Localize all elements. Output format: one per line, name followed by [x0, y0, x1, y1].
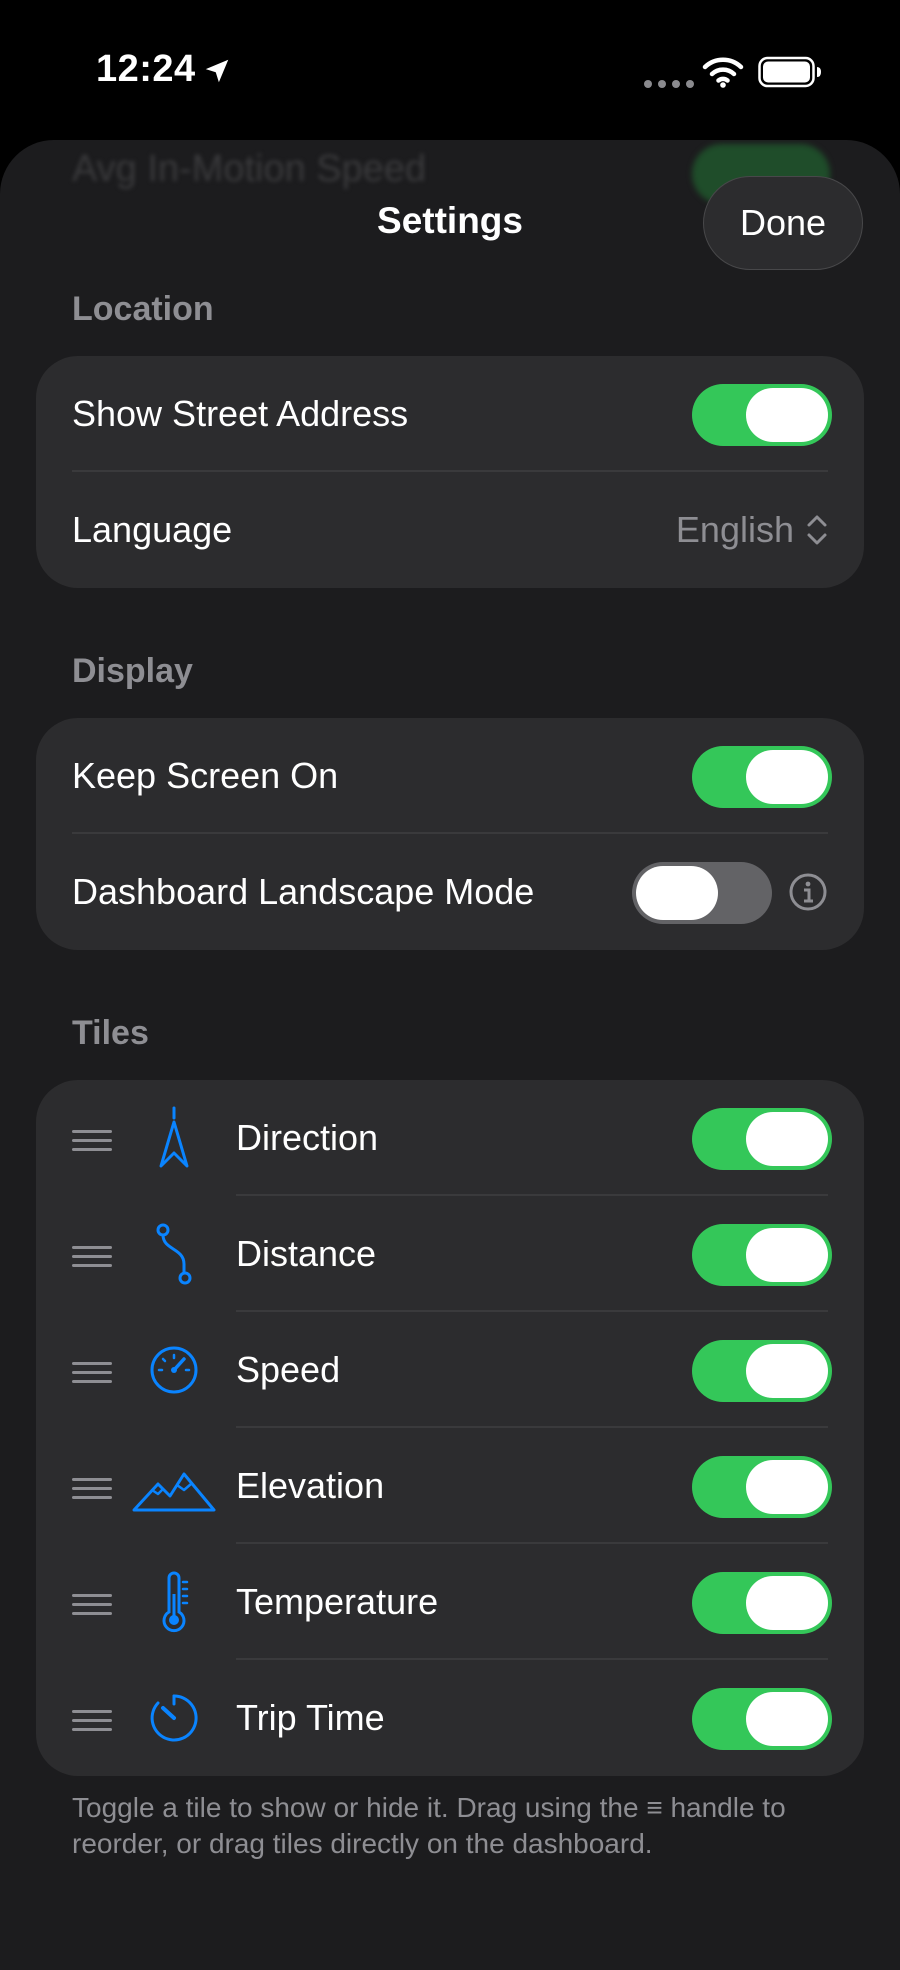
keep-screen-on-row: Keep Screen On [36, 718, 864, 834]
language-value: English [675, 509, 794, 550]
drag-handle-icon[interactable] [72, 1246, 112, 1273]
tiles-footer-note: Toggle a tile to show or hide it. Drag u… [72, 1792, 786, 1859]
landscape-mode-label: Dashboard Landscape Mode [72, 871, 535, 912]
status-time: 12:24 [96, 48, 196, 90]
location-arrow-icon [205, 59, 229, 83]
tile-toggle-temperature[interactable] [692, 1572, 832, 1634]
keep-screen-on-label: Keep Screen On [72, 755, 339, 796]
tiles-group: Direction Distance Speed Elevation Tempe… [36, 1080, 864, 1776]
status-bar: 12:24 [0, 0, 900, 140]
tile-toggle-elevation[interactable] [692, 1456, 832, 1518]
tile-row-direction: Direction [36, 1080, 864, 1196]
drag-handle-icon[interactable] [72, 1594, 112, 1621]
tile-toggle-distance[interactable] [692, 1224, 832, 1286]
tile-row-distance: Distance [36, 1196, 864, 1312]
show-street-address-row: Show Street Address [36, 356, 864, 472]
tile-label: Trip Time [236, 1697, 385, 1738]
scrolled-row-ghost: Avg In-Motion Speed [72, 148, 427, 190]
landscape-mode-row: Dashboard Landscape Mode [36, 834, 864, 950]
language-row[interactable]: Language English [36, 472, 864, 588]
section-header-display: Display [72, 652, 193, 690]
cellular-signal-icon [644, 80, 694, 88]
tile-label: Temperature [236, 1581, 439, 1622]
drag-handle-icon[interactable] [72, 1362, 112, 1389]
display-group: Keep Screen On Dashboard Landscape Mode [36, 718, 864, 950]
landscape-mode-toggle[interactable] [632, 862, 772, 924]
language-picker[interactable]: English [676, 509, 828, 551]
settings-sheet: Avg In-Motion Speed Settings Done Locati… [0, 140, 900, 1970]
drag-handle-icon[interactable] [72, 1478, 112, 1505]
section-header-tiles: Tiles [72, 1014, 149, 1052]
tile-row-trip-time: Trip Time [36, 1660, 864, 1776]
tile-toggle-trip-time[interactable] [692, 1688, 832, 1750]
drag-handle-icon[interactable] [72, 1710, 112, 1737]
speedometer-icon [150, 1346, 198, 1394]
mountains-icon [132, 1472, 216, 1512]
show-street-address-toggle[interactable] [692, 384, 832, 446]
tile-row-temperature: Temperature [36, 1544, 864, 1660]
chevron-up-down-icon [807, 515, 827, 545]
tile-toggle-speed[interactable] [692, 1340, 832, 1402]
tile-label: Direction [236, 1117, 379, 1158]
distance-icon [156, 1223, 192, 1285]
battery-icon [758, 56, 821, 88]
wifi-icon [702, 57, 744, 88]
tile-toggle-direction[interactable] [692, 1108, 832, 1170]
direction-icon [159, 1106, 189, 1168]
show-street-address-label: Show Street Address [72, 393, 409, 434]
info-icon[interactable] [788, 872, 828, 912]
timer-icon [150, 1694, 198, 1742]
done-button[interactable]: Done [703, 176, 863, 270]
keep-screen-on-toggle[interactable] [692, 746, 832, 808]
tile-label: Distance [236, 1233, 377, 1274]
tile-label: Speed [236, 1349, 341, 1390]
location-group: Show Street Address Language English [36, 356, 864, 588]
section-header-location: Location [72, 290, 214, 328]
drag-handle-icon[interactable] [72, 1130, 112, 1157]
tile-label: Elevation [236, 1465, 385, 1506]
tile-row-speed: Speed [36, 1312, 864, 1428]
tile-row-elevation: Elevation [36, 1428, 864, 1544]
language-label: Language [72, 509, 233, 550]
thermometer-icon [162, 1571, 189, 1633]
